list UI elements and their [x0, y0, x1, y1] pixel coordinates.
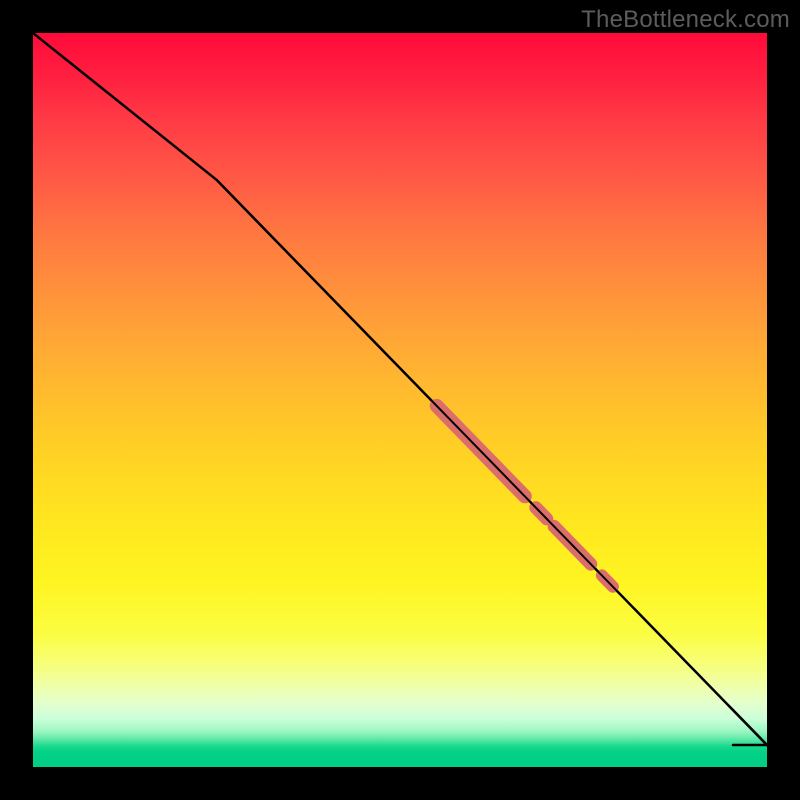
plot-area — [33, 33, 767, 767]
attribution-label: TheBottleneck.com — [581, 6, 790, 34]
chart-stage: TheBottleneck.com — [0, 0, 800, 800]
bottleneck-curve — [33, 33, 767, 745]
curve-over-markers — [217, 180, 768, 745]
chart-overlay — [33, 33, 767, 767]
